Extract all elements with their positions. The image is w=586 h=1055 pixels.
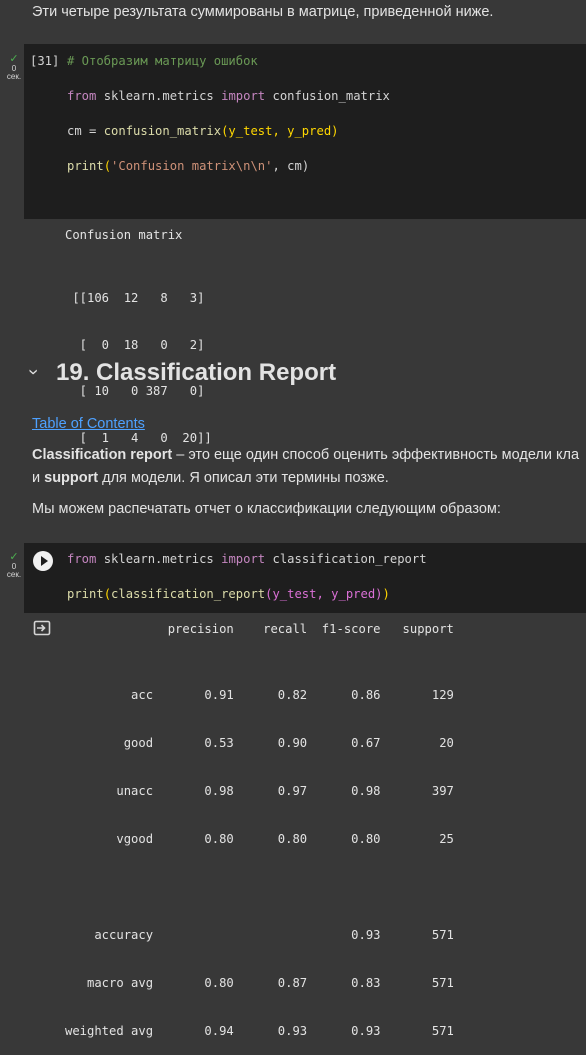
report-row: acc 0.91 0.82 0.86 129 bbox=[65, 688, 454, 702]
report-header: precision recall f1-score support bbox=[65, 622, 454, 636]
table-of-contents-link[interactable]: Table of Contents bbox=[32, 416, 145, 432]
matrix-line: [ 0 18 0 2] bbox=[65, 337, 205, 352]
report-row: good 0.53 0.90 0.67 20 bbox=[65, 736, 454, 750]
execution-count: [31] bbox=[30, 54, 60, 68]
code-line-cm: cm = confusion_matrix(y_test, y_pred) bbox=[67, 124, 339, 138]
cell-status: ✓ 0 сек. bbox=[4, 551, 24, 579]
code-line-import: from sklearn.metrics import confusion_ma… bbox=[67, 89, 390, 103]
section-title: 19. Classification Report bbox=[56, 359, 337, 386]
code-line-print: print(classification_report(y_test, y_pr… bbox=[67, 587, 390, 601]
paragraph-line-2: и support для модели. Я описал эти терми… bbox=[32, 470, 389, 486]
cell-status: ✓ 0 сек. bbox=[4, 53, 24, 81]
classification-report-output: acc 0.91 0.82 0.86 129 good 0.53 0.90 0.… bbox=[65, 655, 454, 1055]
intro-text: Эти четыре результата суммированы в матр… bbox=[32, 4, 494, 20]
matrix-line: [[106 12 8 3] bbox=[65, 291, 205, 305]
paragraph-line-1: Classification report – это еще один спо… bbox=[32, 447, 580, 463]
code-comment: # Отобразим матрицу ошибок bbox=[67, 54, 258, 68]
report-row: vgood 0.80 0.80 0.80 25 bbox=[65, 832, 454, 846]
output-title: Confusion matrix bbox=[65, 228, 183, 242]
output-redirect-icon[interactable] bbox=[33, 619, 51, 637]
collapse-chevron-icon[interactable]: › bbox=[24, 364, 44, 380]
report-row: macro avg 0.80 0.87 0.83 571 bbox=[65, 976, 454, 990]
cell-status-label: 0 сек. bbox=[6, 64, 22, 81]
code-cell-confusion-matrix[interactable]: [31] # Отобразим матрицу ошибок from skl… bbox=[24, 44, 586, 219]
paragraph-print-report: Мы можем распечатать отчет о классификац… bbox=[32, 501, 501, 517]
code-cell-classification-report[interactable]: from sklearn.metrics import classificati… bbox=[24, 543, 586, 613]
cell-status-label: 0 сек. bbox=[6, 562, 22, 579]
code-line-print: print('Confusion matrix\n\n', cm) bbox=[67, 159, 310, 173]
code-line-import: from sklearn.metrics import classificati… bbox=[67, 552, 427, 566]
run-cell-button[interactable] bbox=[33, 551, 53, 571]
report-row: weighted avg 0.94 0.93 0.93 571 bbox=[65, 1024, 454, 1038]
matrix-line: [ 1 4 0 20]] bbox=[65, 430, 212, 445]
report-row: unacc 0.98 0.97 0.98 397 bbox=[65, 784, 454, 798]
report-row: accuracy 0.93 571 bbox=[65, 928, 454, 942]
report-row bbox=[65, 879, 454, 895]
